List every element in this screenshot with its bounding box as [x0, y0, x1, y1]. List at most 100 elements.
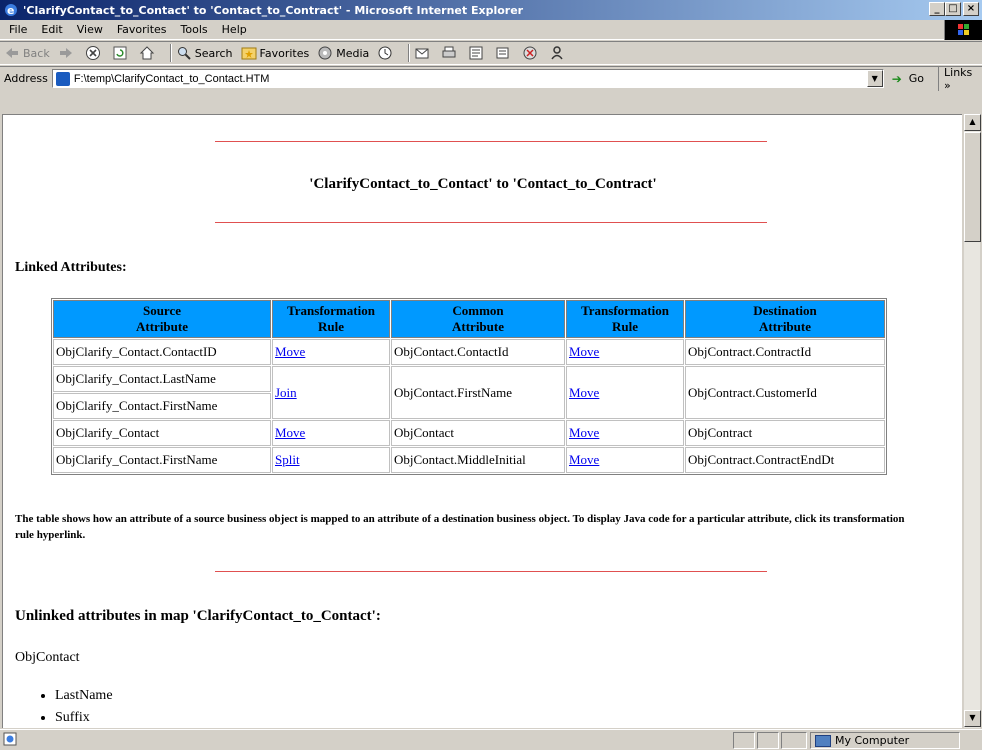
research-button[interactable]	[522, 45, 541, 61]
media-label: Media	[336, 46, 370, 60]
messenger-button[interactable]	[549, 45, 568, 61]
transformation-rule-link[interactable]: Move	[569, 344, 599, 359]
rule-cell: Move	[272, 420, 390, 446]
menu-edit[interactable]: Edit	[34, 23, 69, 36]
source-attribute-cell: ObjClarify_Contact	[53, 420, 271, 446]
status-cell	[757, 732, 779, 749]
address-dropdown-icon[interactable]: ▼	[866, 70, 883, 87]
menu-file[interactable]: File	[2, 23, 34, 36]
header-source-attribute: Source Attribute	[53, 300, 271, 338]
vertical-scrollbar[interactable]: ▲ ▼	[963, 114, 981, 728]
table-row: ObjClarify_Contact.ContactID Move ObjCon…	[53, 339, 885, 365]
common-attribute-cell: ObjContact.MiddleInitial	[391, 447, 565, 473]
rule-cell: Move	[566, 339, 684, 365]
page-title: 'ClarifyContact_to_Contact' to 'Contact_…	[309, 176, 657, 192]
back-arrow-icon	[4, 45, 20, 61]
address-input[interactable]: F:\temp\ClarifyContact_to_Contact.HTM ▼	[51, 69, 884, 88]
window-title: 'ClarifyContact_to_Contact' to 'Contact_…	[23, 3, 524, 17]
transformation-rule-link[interactable]: Move	[275, 425, 305, 440]
page-viewport: 'ClarifyContact_to_Contact' to 'Contact_…	[2, 114, 962, 728]
common-attribute-cell: ObjContact.ContactId	[391, 339, 565, 365]
scroll-up-icon[interactable]: ▲	[964, 114, 981, 131]
discuss-button[interactable]	[495, 45, 514, 61]
destination-attribute-cell: ObjContract.CustomerId	[685, 366, 885, 419]
transformation-rule-link[interactable]: Join	[275, 385, 297, 400]
history-icon	[377, 45, 393, 61]
security-zone: My Computer	[810, 732, 960, 749]
media-icon	[317, 45, 333, 61]
menu-view[interactable]: View	[70, 23, 110, 36]
rule-cell: Move	[566, 366, 684, 419]
scrollbar-thumb[interactable]	[964, 132, 981, 242]
ie-app-icon: e	[3, 2, 19, 18]
search-button[interactable]: Search	[176, 45, 233, 61]
transformation-rule-link[interactable]: Move	[275, 344, 305, 359]
maximize-button[interactable]: □	[945, 2, 961, 16]
toolbar-separator	[169, 44, 172, 62]
refresh-button[interactable]	[112, 45, 131, 61]
print-icon	[441, 45, 457, 61]
home-icon	[139, 45, 155, 61]
edit-button[interactable]	[468, 45, 487, 61]
common-attribute-cell: ObjContact.FirstName	[391, 366, 565, 419]
media-button[interactable]: Media	[317, 45, 369, 61]
divider	[215, 222, 767, 223]
linked-attributes-heading: Linked Attributes:	[15, 260, 127, 275]
list-item: LastName	[55, 685, 113, 707]
transformation-rule-link[interactable]: Move	[569, 425, 599, 440]
unlinked-attributes-heading: Unlinked attributes in map 'ClarifyConta…	[15, 608, 381, 624]
source-attribute-cell: ObjClarify_Contact.ContactID	[53, 339, 271, 365]
favorites-label: Favorites	[259, 46, 310, 60]
home-button[interactable]	[139, 45, 158, 61]
status-cell	[733, 732, 755, 749]
go-button[interactable]: ➔ Go	[892, 72, 924, 85]
refresh-icon	[112, 45, 128, 61]
menu-bar: File Edit View Favorites Tools Help	[0, 20, 982, 40]
transformation-rule-link[interactable]: Split	[275, 452, 300, 467]
page-icon	[55, 71, 70, 86]
favorites-star-icon	[241, 45, 257, 61]
minimize-button[interactable]: _	[929, 2, 945, 16]
research-icon	[522, 45, 538, 61]
menu-favorites[interactable]: Favorites	[110, 23, 174, 36]
mail-icon	[414, 45, 430, 61]
scroll-down-icon[interactable]: ▼	[964, 710, 981, 727]
destination-attribute-cell: ObjContract	[685, 420, 885, 446]
search-label: Search	[194, 46, 233, 60]
rule-cell: Split	[272, 447, 390, 473]
back-button[interactable]: Back	[4, 45, 50, 61]
source-attribute-cell: ObjClarify_Contact.LastName	[53, 366, 271, 392]
menu-help[interactable]: Help	[215, 23, 254, 36]
menu-tools[interactable]: Tools	[174, 23, 215, 36]
rule-cell: Move	[566, 447, 684, 473]
table-description: The table shows how an attribute of a so…	[15, 513, 905, 541]
unlinked-object-name: ObjContact	[15, 650, 80, 665]
stop-button[interactable]	[85, 45, 104, 61]
history-button[interactable]	[377, 45, 396, 61]
divider	[215, 141, 767, 142]
close-button[interactable]: ×	[963, 2, 979, 16]
table-row: ObjClarify_Contact Move ObjContact Move …	[53, 420, 885, 446]
destination-attribute-cell: ObjContract.ContractEndDt	[685, 447, 885, 473]
source-attribute-cell: ObjClarify_Contact.FirstName	[53, 393, 271, 419]
transformation-rule-link[interactable]: Move	[569, 452, 599, 467]
title-bar: e 'ClarifyContact_to_Contact' to 'Contac…	[0, 0, 982, 20]
search-icon	[176, 45, 192, 61]
links-button[interactable]: Links »	[938, 65, 982, 92]
favorites-button[interactable]: Favorites	[241, 45, 310, 61]
windows-logo-icon	[944, 20, 982, 40]
back-label: Back	[23, 46, 50, 60]
forward-button[interactable]	[58, 45, 77, 61]
transformation-rule-link[interactable]: Move	[569, 385, 599, 400]
status-bar: My Computer	[0, 729, 982, 750]
header-transformation-rule: Transformation Rule	[272, 300, 390, 338]
print-button[interactable]	[441, 45, 460, 61]
content-frame	[0, 91, 982, 114]
go-arrow-icon: ➔	[891, 71, 902, 86]
header-destination-attribute: Destination Attribute	[685, 300, 885, 338]
rule-cell: Move	[272, 339, 390, 365]
mapping-table: Source Attribute Transformation Rule Commo…	[51, 298, 887, 475]
mail-button[interactable]	[414, 45, 433, 61]
toolbar-separator	[408, 44, 411, 62]
messenger-person-icon	[549, 45, 565, 61]
